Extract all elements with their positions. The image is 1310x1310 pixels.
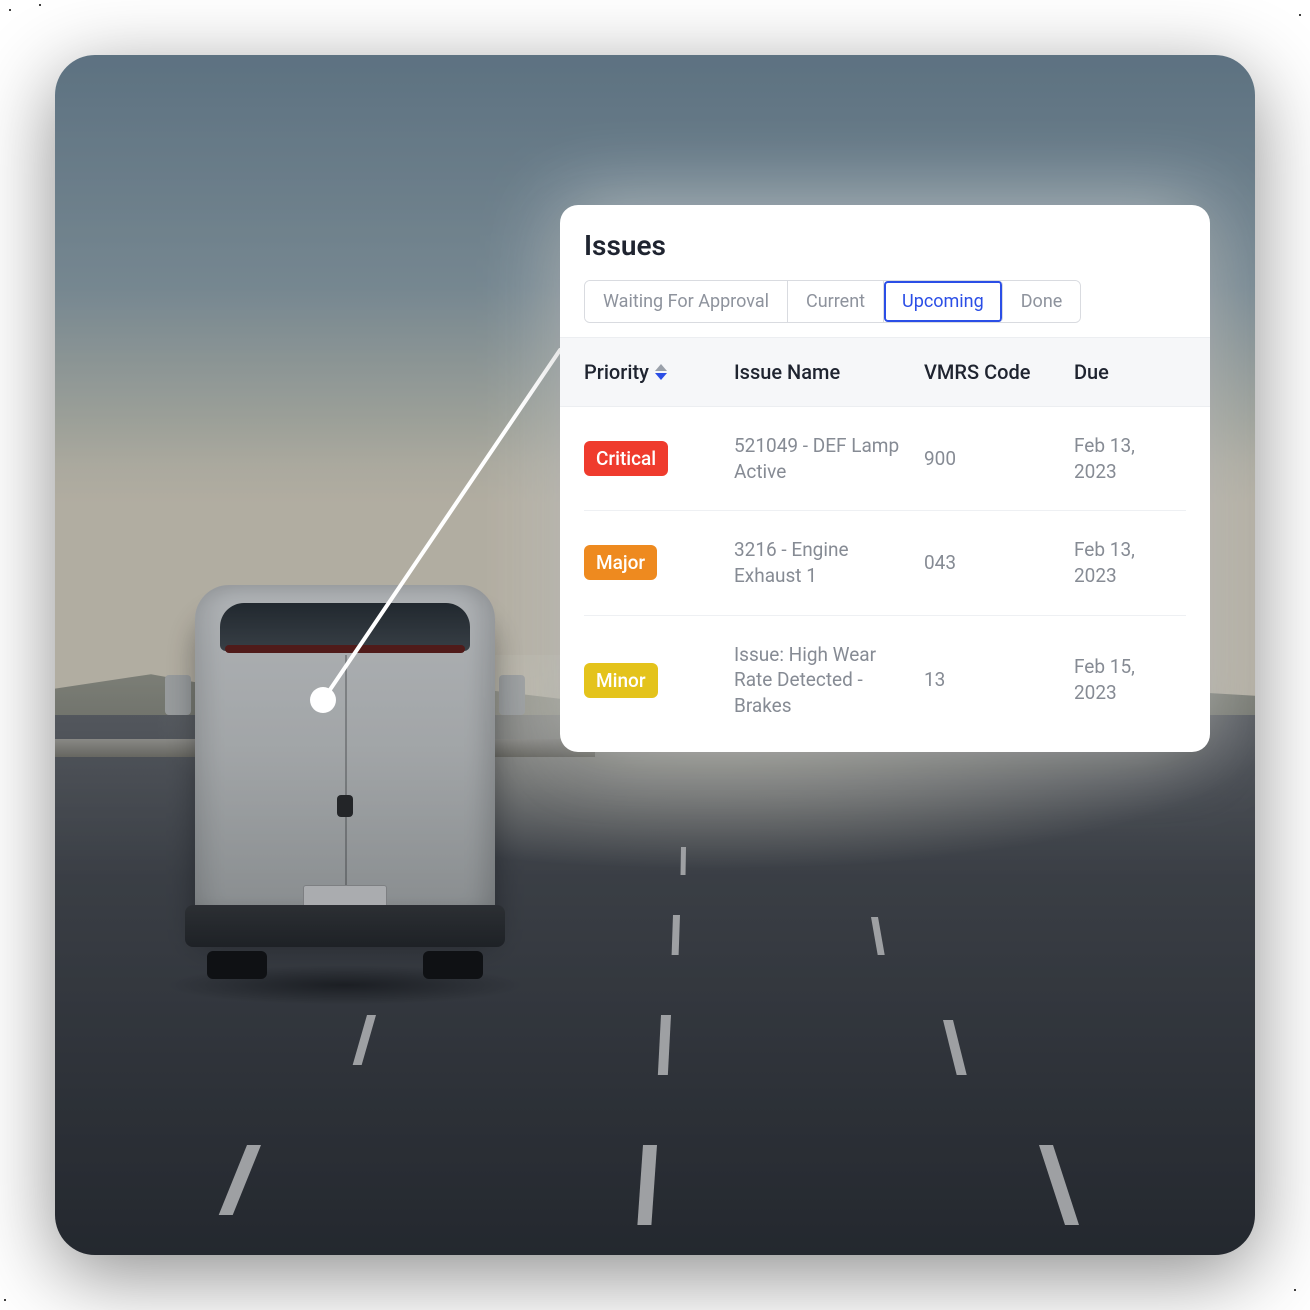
issues-card: Issues Waiting For ApprovalCurrentUpcomi… [560, 205, 1210, 752]
column-header-vmrs-code[interactable]: VMRS Code [924, 360, 1074, 384]
cell-due: Feb 13, 2023 [1074, 537, 1186, 588]
table-body: Critical521049 - DEF Lamp Active900Feb 1… [584, 407, 1186, 744]
issues-tabs: Waiting For ApprovalCurrentUpcomingDone [584, 280, 1081, 323]
column-header-label: Priority [584, 360, 649, 384]
tab-done[interactable]: Done [1003, 281, 1081, 322]
cell-issue-name: 3216 - Engine Exhaust 1 [734, 537, 924, 588]
card-title: Issues [584, 229, 1186, 262]
sort-icon[interactable] [655, 364, 667, 380]
tab-current[interactable]: Current [788, 281, 884, 322]
tab-waiting-for-approval[interactable]: Waiting For Approval [585, 281, 788, 322]
cell-vmrs-code: 043 [924, 550, 1074, 576]
cell-issue-name: Issue: High Wear Rate Detected - Brakes [734, 642, 924, 719]
table-row[interactable]: Major 3216 - Engine Exhaust 1043Feb 13, 2… [584, 511, 1186, 615]
cell-issue-name: 521049 - DEF Lamp Active [734, 433, 924, 484]
table-row[interactable]: Critical 521049 - DEF Lamp Active900Feb 1… [584, 407, 1186, 511]
column-header-label: Issue Name [734, 360, 840, 384]
priority-badge: Major [584, 545, 657, 580]
table-header-row: Priority Issue Name VMRS Code Due [560, 337, 1210, 407]
column-header-label: VMRS Code [924, 360, 1030, 384]
marker-dot-icon [310, 687, 336, 713]
tab-upcoming[interactable]: Upcoming [884, 281, 1003, 322]
table-row[interactable]: Minor Issue: High Wear Rate Detected - Br… [584, 616, 1186, 745]
hero-scene: Issues Waiting For ApprovalCurrentUpcomi… [55, 55, 1255, 1255]
cell-vmrs-code: 13 [924, 667, 1074, 693]
column-header-issue-name[interactable]: Issue Name [734, 360, 924, 384]
sort-asc-icon [655, 364, 667, 371]
column-header-due[interactable]: Due [1074, 360, 1186, 384]
priority-badge: Critical [584, 441, 668, 476]
cell-due: Feb 13, 2023 [1074, 433, 1186, 484]
cell-due: Feb 15, 2023 [1074, 654, 1186, 705]
sort-desc-icon [655, 373, 667, 380]
cell-vmrs-code: 900 [924, 446, 1074, 472]
column-header-label: Due [1074, 360, 1109, 384]
priority-badge: Minor [584, 663, 658, 698]
column-header-priority[interactable]: Priority [584, 360, 734, 384]
